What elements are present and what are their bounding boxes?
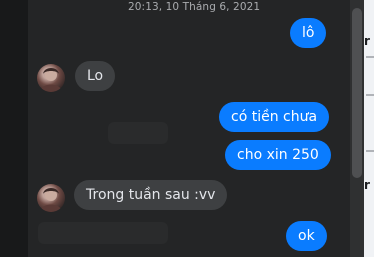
- message-outgoing[interactable]: ok: [286, 221, 327, 251]
- right-side-panel: r r: [364, 0, 374, 257]
- hidden-content: [38, 222, 168, 244]
- panel-edge-line: [366, 56, 374, 58]
- contact-avatar[interactable]: [37, 64, 65, 92]
- message-outgoing[interactable]: lô: [290, 18, 327, 48]
- message-outgoing[interactable]: cho xin 250: [225, 140, 331, 170]
- message-timestamp: 20:13, 10 Tháng 6, 2021: [128, 1, 261, 13]
- chat-conversation[interactable]: 20:13, 10 Tháng 6, 2021 lô Lo có tiền ch…: [28, 0, 350, 257]
- panel-edge-line: [366, 94, 374, 96]
- message-incoming[interactable]: Trong tuần sau :vv: [74, 180, 228, 210]
- scrollbar-thumb[interactable]: [352, 8, 362, 178]
- panel-edge-glyph: r: [364, 178, 370, 192]
- panel-edge-line: [366, 150, 374, 152]
- hidden-content: [108, 122, 168, 144]
- message-outgoing[interactable]: có tiền chưa: [219, 102, 330, 132]
- contact-avatar[interactable]: [37, 184, 65, 212]
- avatar-photo-icon: [40, 188, 62, 212]
- left-sidebar-strip: [0, 0, 28, 257]
- chat-scrollbar[interactable]: [350, 0, 364, 257]
- panel-edge-glyph: r: [364, 34, 370, 48]
- avatar-photo-icon: [40, 68, 62, 92]
- message-incoming[interactable]: Lo: [75, 61, 116, 91]
